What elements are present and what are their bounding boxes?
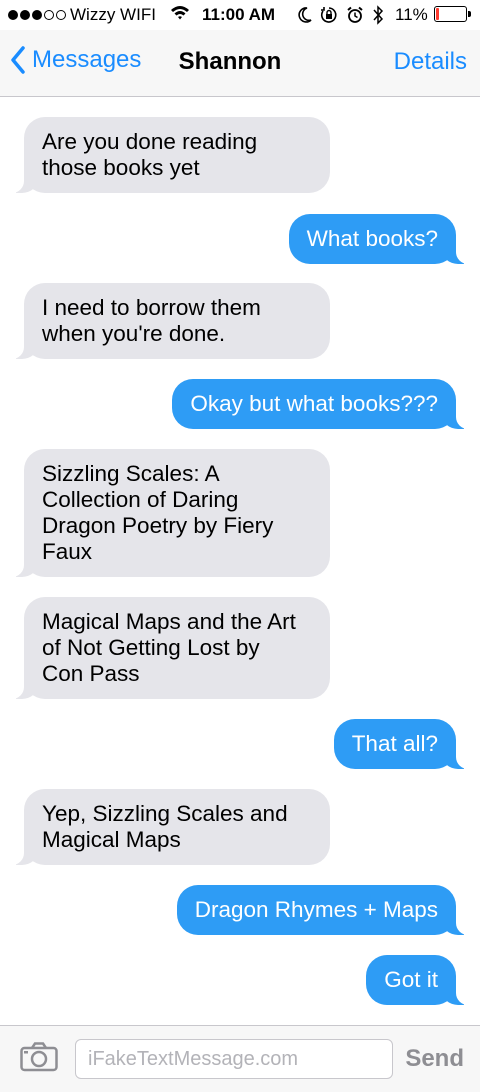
message-text: That all? — [351, 731, 438, 756]
moon-icon — [298, 7, 312, 28]
contact-name: Shannon — [178, 48, 282, 75]
alarm-icon — [346, 6, 364, 29]
message-thread: Are you done reading those books yet Wha… — [0, 97, 480, 1025]
message-bubble-outgoing[interactable]: What books? — [288, 214, 477, 264]
signal-strength-icon — [8, 10, 66, 20]
carrier-name: Wizzy WIFI — [70, 5, 156, 24]
message-text: Okay but what books??? — [190, 391, 438, 416]
message-bubble-incoming[interactable]: Magical Maps and the Art of Not Getting … — [4, 597, 330, 699]
message-bubble-incoming[interactable]: Sizzling Scales: A Collection of Daring … — [4, 449, 330, 577]
message-text: What books? — [306, 226, 438, 251]
message-bubble-incoming[interactable]: Are you done reading those books yet — [4, 117, 330, 193]
bluetooth-icon — [372, 5, 384, 30]
message-text: Got it — [384, 967, 438, 992]
message-bubble-outgoing[interactable]: Dragon Rhymes + Maps — [176, 885, 477, 935]
message-input[interactable] — [75, 1039, 393, 1079]
message-bubble-incoming[interactable]: I need to borrow them when you're done. — [4, 283, 330, 359]
message-bubble-outgoing[interactable]: Okay but what books??? — [172, 379, 476, 429]
clock-time: 11:00 AM — [202, 5, 276, 24]
battery-percent: 11% — [395, 5, 428, 24]
battery-level-fill — [436, 8, 439, 20]
message-text: Yep, Sizzling Scales and Magical Maps — [42, 801, 288, 852]
details-button[interactable]: Details — [394, 48, 467, 76]
orientation-lock-icon — [320, 6, 338, 29]
message-text: I need to borrow them when you're done. — [42, 295, 261, 346]
message-text: Sizzling Scales: A Collection of Daring … — [42, 461, 274, 564]
message-text: Magical Maps and the Art of Not Getting … — [42, 609, 296, 686]
message-bubble-outgoing[interactable]: That all? — [333, 719, 477, 769]
send-button[interactable]: Send — [405, 1045, 464, 1073]
compose-bar: Send — [0, 1025, 480, 1092]
conversation-header: Messages Shannon Details — [0, 30, 480, 97]
message-bubble-outgoing[interactable]: Got it — [366, 955, 476, 1005]
wifi-icon — [170, 4, 190, 27]
message-bubble-incoming[interactable]: Yep, Sizzling Scales and Magical Maps — [4, 789, 330, 865]
camera-icon[interactable] — [20, 1042, 58, 1077]
message-text: Are you done reading those books yet — [42, 129, 258, 180]
battery-icon — [434, 6, 471, 22]
message-text: Dragon Rhymes + Maps — [194, 897, 438, 922]
status-bar: Wizzy WIFI 11:00 AM 11% — [0, 0, 480, 30]
